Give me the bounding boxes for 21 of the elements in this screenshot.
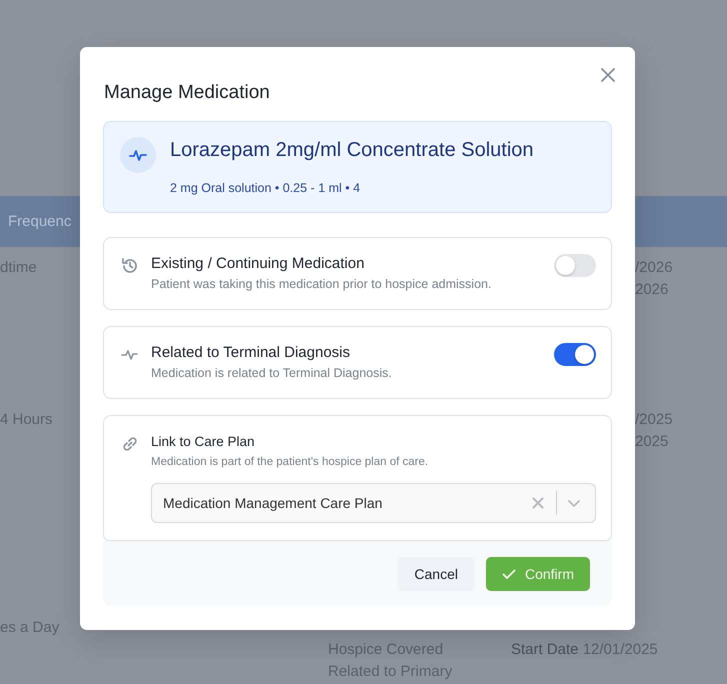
option-title: Link to Care Plan xyxy=(151,433,256,451)
select-field[interactable]: Medication Management Care Plan xyxy=(151,483,596,523)
option-title: Existing / Continuing Medication xyxy=(151,254,366,274)
option-description: Medication is part of the patient's hospice plan of care. xyxy=(151,455,430,470)
toggle-switch[interactable] xyxy=(554,343,596,366)
pulse-icon xyxy=(120,137,156,173)
history-icon xyxy=(121,257,139,275)
link-icon xyxy=(121,435,139,453)
column-header: Frequenc xyxy=(7,213,72,230)
option-description: Medication is related to Terminal Diagnosis. xyxy=(151,365,393,381)
chevron-down-icon[interactable] xyxy=(567,498,581,508)
option-title: Related to Terminal Diagnosis xyxy=(151,343,351,363)
clear-icon[interactable] xyxy=(532,497,544,509)
medication-details: 2 mg Oral solution • 0.25 - 1 ml • 4 xyxy=(170,180,362,197)
dialog-title: Manage Medication xyxy=(104,81,271,105)
cancel-button[interactable]: Cancel xyxy=(398,557,474,591)
toggle-switch[interactable] xyxy=(554,254,596,277)
check-icon xyxy=(502,568,516,580)
close-icon[interactable] xyxy=(600,67,616,83)
option-description: Patient was taking this medication prior to hospice admission. xyxy=(151,276,492,292)
medication-name: Lorazepam 2mg/ml Concentrate Solution xyxy=(170,138,534,162)
